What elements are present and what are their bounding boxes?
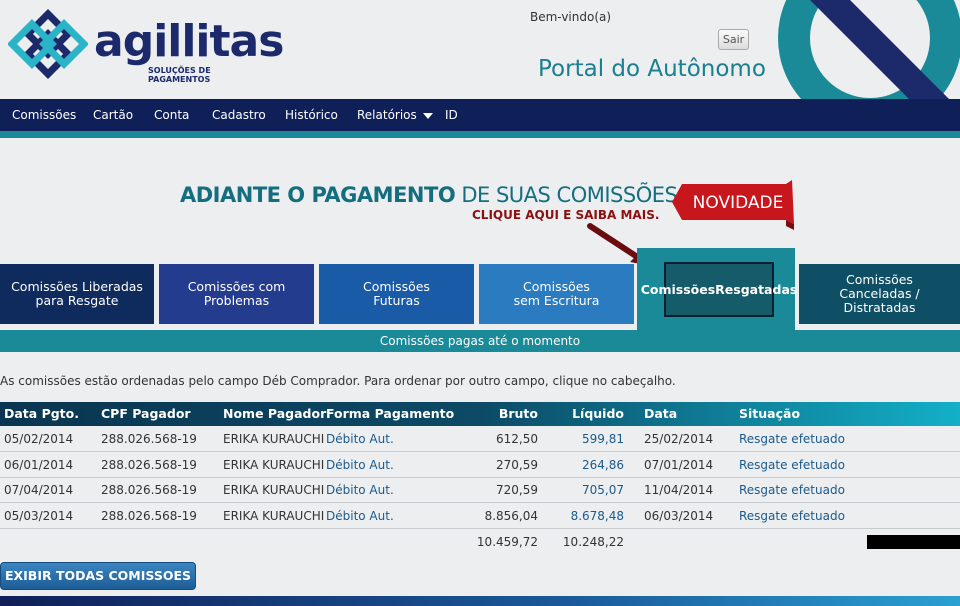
tab-comissoes-futuras[interactable]: Comissões Futuras [319, 264, 474, 324]
cell-nome: ERIKA KURAUCHI [223, 483, 325, 497]
cell-cpf: 288.026.568-19 [101, 458, 197, 472]
nav-item-relatorios[interactable]: Relatórios [357, 99, 433, 131]
tab-comissoes-sem-escritura[interactable]: Comissões sem Escritura [479, 264, 634, 324]
table-header: Data Pgto. CPF Pagador Nome Pagador Form… [0, 402, 960, 426]
cell-data: 07/01/2014 [644, 458, 714, 472]
cell-forma-pagamento-link[interactable]: Débito Aut. [326, 453, 394, 478]
cell-forma-pagamento-link[interactable]: Débito Aut. [326, 504, 394, 529]
table-row: 05/03/2014 288.026.568-19 ERIKA KURAUCHI… [0, 504, 960, 529]
promo-banner-headline[interactable]: ADIANTE O PAGAMENTO DE SUAS COMISSÕES. [180, 183, 684, 207]
nav-item-cadastro[interactable]: Cadastro [212, 99, 266, 131]
cell-liquido-link[interactable]: 8.678,48 [554, 504, 624, 529]
total-bruto: 10.459,72 [476, 535, 538, 549]
cell-data-pgto: 06/01/2014 [4, 458, 74, 472]
tab-comissoes-canceladas[interactable]: Comissões Canceladas / Distratadas [799, 264, 960, 324]
cell-situacao-link[interactable]: Resgate efetuado [739, 427, 845, 452]
tab-label-line: Resgatadas [715, 281, 798, 297]
column-header-data-pgto[interactable]: Data Pgto. [4, 402, 79, 426]
tab-label-line: Distratadas [843, 300, 916, 315]
nav-item-conta[interactable]: Conta [154, 99, 189, 131]
tab-label-line: para Resgate [35, 293, 119, 308]
tab-label-line: Comissões [846, 272, 913, 287]
cell-data: 25/02/2014 [644, 432, 714, 446]
novidade-badge[interactable]: NOVIDADE [670, 178, 798, 230]
column-header-situacao[interactable]: Situação [739, 402, 800, 426]
column-header-cpf[interactable]: CPF Pagador [101, 402, 191, 426]
cell-data: 06/03/2014 [644, 509, 714, 523]
column-header-forma-pagamento[interactable]: Forma Pagamento [326, 402, 454, 426]
nav-item-id[interactable]: ID [445, 99, 458, 131]
chevron-down-icon [422, 112, 433, 119]
nav-item-cartao[interactable]: Cartão [93, 99, 133, 131]
cell-data-pgto: 05/03/2014 [4, 509, 74, 523]
novidade-badge-text: NOVIDADE [693, 193, 784, 213]
nav-item-comissoes[interactable]: Comissões [12, 99, 76, 131]
portal-title: Portal do Autônomo [538, 56, 766, 82]
cell-bruto: 612,50 [496, 432, 538, 446]
tab-label-line: Comissões com [187, 279, 286, 294]
logo-knot-icon [8, 9, 88, 79]
nav-item-historico[interactable]: Histórico [285, 99, 338, 131]
logo-subtitle: SOLUÇÕES DE PAGAMENTOS [148, 66, 211, 84]
column-header-data[interactable]: Data [644, 402, 677, 426]
footer-bar [0, 596, 960, 606]
column-header-nome[interactable]: Nome Pagador [223, 402, 326, 426]
table-row: 05/02/2014 288.026.568-19 ERIKA KURAUCHI… [0, 427, 960, 452]
tab-subtitle-bar: Comissões pagas até o momento [0, 330, 960, 352]
cell-forma-pagamento-link[interactable]: Débito Aut. [326, 478, 394, 503]
cell-data-pgto: 07/04/2014 [4, 483, 74, 497]
promo-headline-rest: DE SUAS COMISSÕES. [455, 183, 684, 207]
sort-info-text: As comissões estão ordenadas pelo campo … [0, 374, 676, 388]
cell-nome: ERIKA KURAUCHI [223, 509, 325, 523]
total-liquido: 10.248,22 [562, 535, 624, 549]
cell-cpf: 288.026.568-19 [101, 509, 197, 523]
nav-item-relatorios-label: Relatórios [357, 108, 417, 122]
table-row: 07/04/2014 288.026.568-19 ERIKA KURAUCHI… [0, 478, 960, 503]
tab-label-line: Comissões [640, 281, 716, 297]
tab-comissoes-resgatadas[interactable]: ComissõesResgatadas [641, 262, 797, 317]
table-row: 06/01/2014 288.026.568-19 ERIKA KURAUCHI… [0, 453, 960, 478]
tab-comissoes-com-problemas[interactable]: Comissões com Problemas [159, 264, 314, 324]
logo-text: agillitas [94, 16, 284, 67]
cell-situacao-link[interactable]: Resgate efetuado [739, 453, 845, 478]
cell-situacao-link[interactable]: Resgate efetuado [739, 504, 845, 529]
tab-label-line: sem Escritura [513, 293, 600, 308]
cell-data: 11/04/2014 [644, 483, 714, 497]
cell-liquido-link[interactable]: 705,07 [554, 478, 624, 503]
cell-cpf: 288.026.568-19 [101, 483, 197, 497]
tab-label-line: Comissões [523, 279, 590, 294]
column-header-liquido[interactable]: Líquido [564, 402, 624, 426]
cell-bruto: 720,59 [496, 483, 538, 497]
cell-liquido-link[interactable]: 599,81 [554, 427, 624, 452]
tab-label-line: Comissões [363, 279, 430, 294]
promo-headline-bold: ADIANTE O PAGAMENTO [180, 183, 456, 207]
tab-label-line: Problemas [203, 293, 270, 308]
cell-situacao-link[interactable]: Resgate efetuado [739, 478, 845, 503]
cell-bruto: 8.856,04 [484, 509, 538, 523]
tab-label-line: Canceladas / [839, 286, 920, 301]
promo-banner-cta[interactable]: CLIQUE AQUI E SAIBA MAIS. [472, 208, 659, 222]
cell-bruto: 270,59 [496, 458, 538, 472]
welcome-text: Bem-vindo(a) [530, 10, 612, 24]
cell-forma-pagamento-link[interactable]: Débito Aut. [326, 427, 394, 452]
cell-cpf: 288.026.568-19 [101, 432, 197, 446]
cell-liquido-link[interactable]: 264,86 [554, 453, 624, 478]
cell-nome: ERIKA KURAUCHI [223, 432, 325, 446]
tab-comissoes-liberadas[interactable]: Comissões Liberadas para Resgate [0, 264, 154, 324]
tab-label-line: Comissões Liberadas [11, 279, 143, 294]
decorative-swoosh-overlay [760, 99, 960, 159]
cell-nome: ERIKA KURAUCHI [223, 458, 325, 472]
tab-label-line: Futuras [373, 293, 420, 308]
agillitas-logo[interactable]: agillitas SOLUÇÕES DE PAGAMENTOS [8, 6, 284, 84]
table-totals-row: 10.459,72 10.248,22 [0, 530, 960, 555]
show-all-commissions-button[interactable]: EXIBIR TODAS COMISSOES [0, 562, 196, 590]
column-header-bruto[interactable]: Bruto [478, 402, 538, 426]
redaction-bar [867, 535, 960, 549]
cell-data-pgto: 05/02/2014 [4, 432, 74, 446]
